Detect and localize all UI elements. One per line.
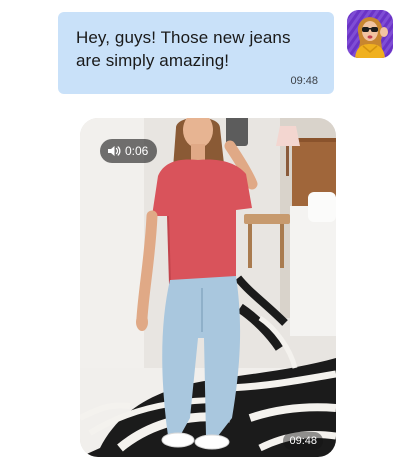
chat-screen: Hey, guys! Those new jeans are simply am… [0, 0, 400, 459]
video-duration: 0:06 [125, 144, 149, 158]
video-message-time: 09:48 [283, 432, 323, 450]
video-thumbnail [80, 118, 336, 457]
avatar[interactable] [347, 10, 393, 58]
video-message[interactable]: 0:06 09:48 [80, 118, 336, 457]
message-text: Hey, guys! Those new jeans are simply am… [76, 28, 291, 70]
message-time: 09:48 [290, 75, 318, 87]
video-sound-badge[interactable]: 0:06 [100, 139, 158, 163]
speaker-icon [108, 146, 121, 156]
avatar-photo [347, 10, 393, 58]
outgoing-message-bubble[interactable]: Hey, guys! Those new jeans are simply am… [58, 12, 334, 94]
